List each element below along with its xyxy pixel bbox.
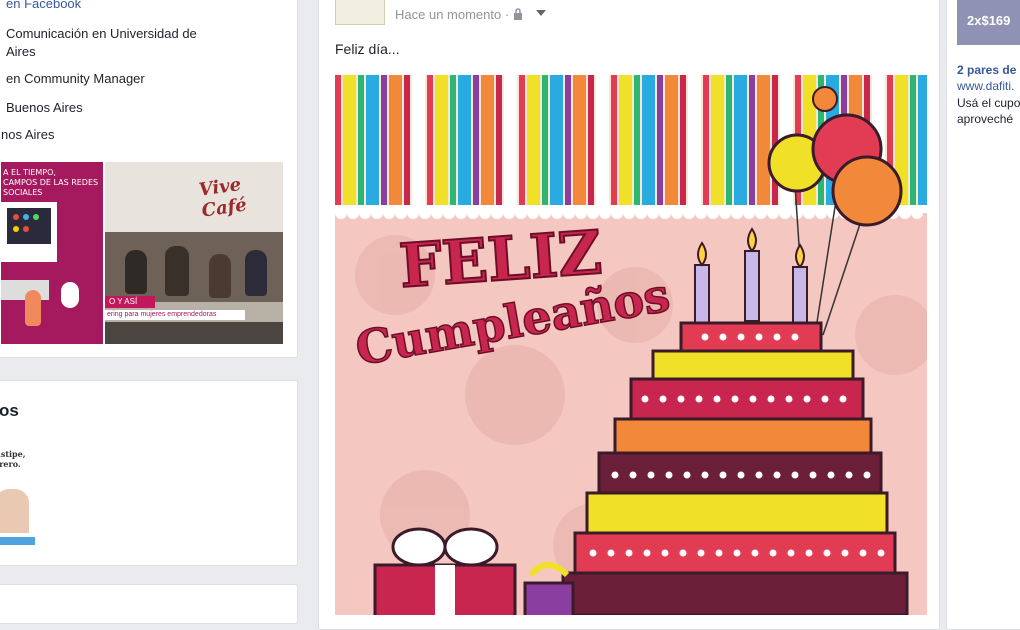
ad-description: aproveché bbox=[957, 112, 1014, 126]
monitor-graphic bbox=[1, 202, 57, 262]
ad-description: Usá el cupo bbox=[957, 96, 1020, 110]
intro-item-community[interactable]: en Community Manager bbox=[6, 70, 145, 87]
post-meta: Hace un momento · bbox=[395, 6, 547, 23]
ad-title[interactable]: 2 pares de bbox=[957, 63, 1016, 78]
photo-caption: ering para mujeres emprendedoras bbox=[105, 310, 245, 320]
intro-text[interactable]: Buenos Aires bbox=[6, 100, 83, 115]
intro-item-facebook[interactable]: en Facebook bbox=[6, 0, 81, 12]
person-figure bbox=[245, 250, 267, 296]
ad-card: 2x$169 2 pares de www.dafiti. Usá el cup… bbox=[946, 0, 1020, 630]
intro-text[interactable]: Aires bbox=[6, 44, 36, 59]
intro-item-university-cont[interactable]: Aires bbox=[6, 43, 36, 60]
birthday-card-graphic: FELIZ Cumpleaños bbox=[335, 75, 927, 615]
section-title[interactable]: os bbox=[0, 401, 19, 421]
photo-banner: O Y ASÍ bbox=[105, 296, 155, 308]
friends-card: os nstipe, rrero. bbox=[0, 380, 298, 566]
intro-text[interactable]: en Community Manager bbox=[6, 71, 145, 86]
ad-url[interactable]: www.dafiti. bbox=[957, 79, 1014, 94]
ad-thumbnail[interactable]: 2x$169 bbox=[957, 0, 1020, 45]
intro-card: en Facebook Comunicación en Universidad … bbox=[0, 0, 298, 358]
intro-item-university[interactable]: Comunicación en Universidad de bbox=[6, 25, 197, 42]
person-figure bbox=[125, 250, 147, 294]
intro-item-location[interactable]: nos Aires bbox=[1, 126, 54, 143]
ad-thumb-text: 2x$169 bbox=[967, 13, 1011, 28]
person-figure bbox=[209, 254, 231, 298]
intro-text[interactable]: en Facebook bbox=[6, 0, 81, 11]
post-text: Feliz día... bbox=[335, 41, 400, 57]
photo-tile-1[interactable]: A EL TIEMPO, CAMPOS DE LAS REDES SOCIALE… bbox=[1, 162, 103, 344]
post-image[interactable]: FELIZ Cumpleaños bbox=[335, 75, 927, 615]
lock-icon[interactable] bbox=[513, 8, 523, 23]
person-figure bbox=[165, 246, 189, 296]
post-avatar[interactable] bbox=[335, 0, 385, 25]
intro-text[interactable]: Comunicación en Universidad de bbox=[6, 26, 197, 41]
chevron-down-icon[interactable] bbox=[536, 6, 547, 21]
photo-caption: A EL TIEMPO, CAMPOS DE LAS REDES SOCIALE… bbox=[3, 168, 99, 197]
photo-tile-2[interactable]: Vive Café O Y ASÍ ering para mujeres emp… bbox=[105, 162, 283, 344]
friend-thumbnail[interactable]: nstipe, rrero. bbox=[0, 445, 35, 557]
friend-avatar bbox=[0, 489, 29, 533]
left-bottom-card bbox=[0, 584, 298, 624]
post-card: Hace un momento · Feliz día... FELIZ Cum… bbox=[318, 0, 940, 630]
meta-separator: · bbox=[501, 7, 513, 22]
friend-thumb-bar bbox=[0, 537, 35, 545]
intro-item-buenos-aires[interactable]: Buenos Aires bbox=[6, 99, 83, 116]
post-timestamp[interactable]: Hace un momento bbox=[395, 7, 501, 22]
intro-text[interactable]: nos Aires bbox=[1, 127, 54, 142]
hand-graphic bbox=[25, 290, 41, 326]
mouse-graphic bbox=[61, 282, 79, 308]
friend-thumb-text: nstipe, rrero. bbox=[0, 449, 26, 469]
